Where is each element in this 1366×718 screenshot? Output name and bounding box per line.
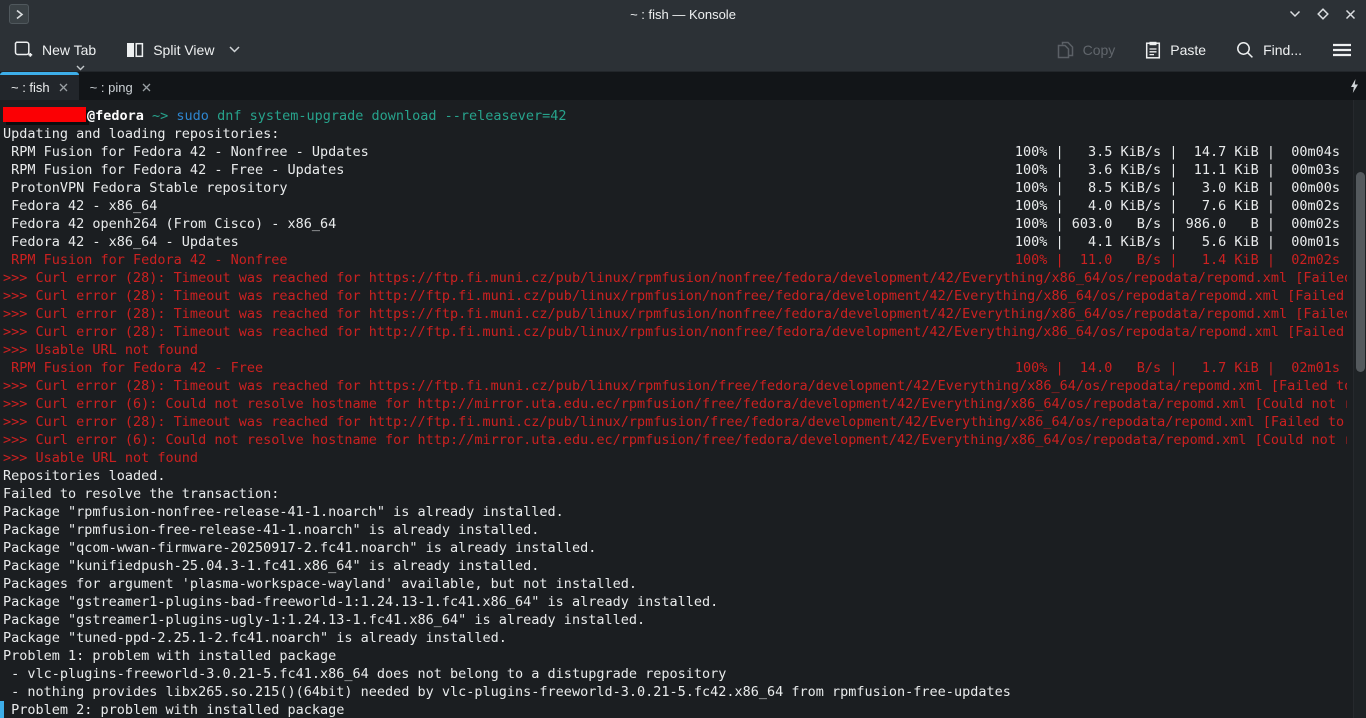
new-tab-button[interactable]: New Tab — [14, 41, 96, 58]
terminal-body: @fedora ~> sudo dnf system-upgrade downl… — [0, 107, 1347, 718]
terminal-line: Problem 1: problem with installed packag… — [0, 647, 1347, 665]
new-tab-icon — [14, 41, 33, 58]
lightning-icon[interactable] — [1350, 79, 1359, 93]
split-view-button[interactable]: Split View — [126, 42, 240, 58]
new-tab-dropdown-icon — [76, 65, 85, 71]
terminal-line: >>> Curl error (6): Could not resolve ho… — [0, 431, 1347, 449]
close-button[interactable] — [1345, 9, 1356, 20]
terminal-line: Repositories loaded. — [0, 467, 1347, 485]
minimize-icon — [1289, 10, 1301, 18]
terminal-line: Package "gstreamer1-plugins-bad-freeworl… — [0, 593, 1347, 611]
maximize-icon — [1317, 8, 1329, 20]
terminal-line: Updating and loading repositories: — [0, 125, 1347, 143]
terminal-line: Package "qcom-wwan-firmware-20250917-2.f… — [0, 539, 1347, 557]
terminal-line: >>> Curl error (28): Timeout was reached… — [0, 287, 1347, 305]
tab-bar: ~ : fish ~ : ping — [0, 72, 1366, 100]
terminal-line: Packages for argument 'plasma-workspace-… — [0, 575, 1347, 593]
redacted-username — [3, 107, 86, 122]
tab-ping[interactable]: ~ : ping — [79, 72, 162, 100]
split-view-label: Split View — [153, 42, 214, 58]
konsole-app-icon — [9, 4, 29, 24]
terminal-line: RPM Fusion for Fedora 42 - Nonfree100% |… — [0, 251, 1347, 269]
window-title: ~ : fish — Konsole — [0, 7, 1366, 22]
minimize-button[interactable] — [1289, 10, 1301, 18]
tab-close-icon[interactable] — [142, 83, 151, 92]
copy-label: Copy — [1083, 42, 1116, 58]
terminal-line: >>> Curl error (28): Timeout was reached… — [0, 413, 1347, 431]
find-label: Find... — [1263, 42, 1302, 58]
search-icon — [1236, 41, 1254, 59]
terminal-line: >>> Curl error (6): Could not resolve ho… — [0, 395, 1347, 413]
terminal-line: >>> Curl error (28): Timeout was reached… — [0, 323, 1347, 341]
tab-ping-label: ~ : ping — [90, 80, 133, 95]
tab-fish-label: ~ : fish — [11, 80, 50, 95]
copy-button[interactable]: Copy — [1057, 41, 1116, 59]
titlebar[interactable]: ~ : fish — Konsole — [0, 0, 1366, 28]
terminal-line: Package "gstreamer1-plugins-ugly-1:1.24.… — [0, 611, 1347, 629]
split-view-dropdown-icon — [229, 46, 240, 53]
terminal-line: >>> Usable URL not found — [0, 341, 1347, 359]
split-view-icon — [126, 42, 144, 58]
terminal-line: Package "tuned-ppd-2.25.1-2.fc41.noarch"… — [0, 629, 1347, 647]
terminal-line: RPM Fusion for Fedora 42 - Free100% | 14… — [0, 359, 1347, 377]
terminal-line: RPM Fusion for Fedora 42 - Free - Update… — [0, 161, 1347, 179]
output-position-indicator — [0, 701, 4, 718]
terminal-line: Failed to resolve the transaction: — [0, 485, 1347, 503]
scrollbar-thumb[interactable] — [1356, 172, 1365, 372]
terminal-line: >>> Usable URL not found — [0, 449, 1347, 467]
terminal-line: >>> Curl error (28): Timeout was reached… — [0, 269, 1347, 287]
tab-fish[interactable]: ~ : fish — [0, 72, 79, 100]
paste-button[interactable]: Paste — [1145, 41, 1206, 59]
new-tab-label: New Tab — [42, 42, 96, 58]
terminal-line: Fedora 42 - x86_64100% | 4.0 KiB/s | 7.6… — [0, 197, 1347, 215]
terminal-line: - nothing provides libx265.so.215()(64bi… — [0, 683, 1347, 701]
copy-icon — [1057, 41, 1074, 59]
tab-close-icon[interactable] — [59, 83, 68, 92]
close-icon — [1345, 9, 1356, 20]
terminal-line: Package "rpmfusion-free-release-41-1.noa… — [0, 521, 1347, 539]
paste-label: Paste — [1170, 42, 1206, 58]
window-controls — [1289, 0, 1356, 28]
terminal-line: Problem 2: problem with installed packag… — [0, 701, 1347, 718]
terminal[interactable]: @fedora ~> sudo dnf system-upgrade downl… — [0, 100, 1366, 718]
find-button[interactable]: Find... — [1236, 41, 1302, 59]
terminal-line: Package "kunifiedpush-25.04.3-1.fc41.x86… — [0, 557, 1347, 575]
terminal-line: >>> Curl error (28): Timeout was reached… — [0, 305, 1347, 323]
terminal-line: Fedora 42 openh264 (From Cisco) - x86_64… — [0, 215, 1347, 233]
terminal-line: Fedora 42 - x86_64 - Updates100% | 4.1 K… — [0, 233, 1347, 251]
hamburger-menu-button[interactable] — [1332, 43, 1352, 57]
terminal-line: @fedora ~> sudo dnf system-upgrade downl… — [0, 107, 1347, 125]
terminal-line: Package "rpmfusion-nonfree-release-41-1.… — [0, 503, 1347, 521]
terminal-line: - vlc-plugins-freeworld-3.0.21-5.fc41.x8… — [0, 665, 1347, 683]
terminal-line: RPM Fusion for Fedora 42 - Nonfree - Upd… — [0, 143, 1347, 161]
paste-icon — [1145, 41, 1161, 59]
terminal-line: >>> Curl error (28): Timeout was reached… — [0, 377, 1347, 395]
terminal-line: ProtonVPN Fedora Stable repository100% |… — [0, 179, 1347, 197]
hamburger-icon — [1332, 43, 1352, 57]
maximize-button[interactable] — [1317, 8, 1329, 20]
toolbar: New Tab Split View — [0, 28, 1366, 72]
scrollbar[interactable] — [1353, 100, 1366, 718]
